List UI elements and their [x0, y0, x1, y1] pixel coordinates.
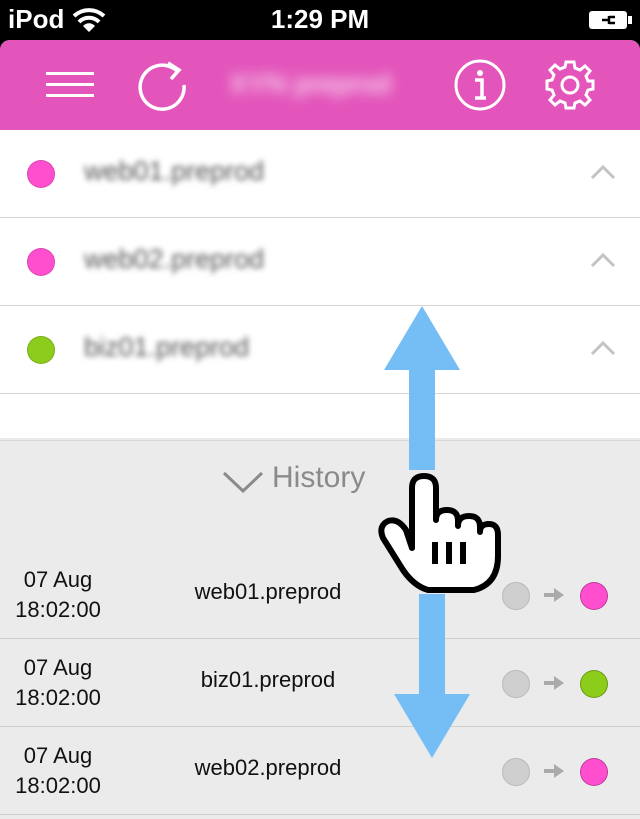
history-datetime: 07 Aug 18:02:00	[6, 653, 110, 713]
chevron-up-icon[interactable]	[590, 164, 616, 180]
history-time: 18:02:00	[15, 685, 101, 710]
status-dot	[27, 336, 55, 364]
info-icon	[454, 59, 506, 111]
new-status-dot	[580, 758, 608, 786]
chevron-up-icon[interactable]	[590, 340, 616, 356]
server-name: web02.preprod	[84, 244, 265, 274]
gear-icon	[545, 60, 595, 110]
previous-status-dot	[502, 670, 530, 698]
history-toggle[interactable]: History	[0, 440, 640, 552]
history-server-name: web01.preprod	[194, 579, 342, 604]
menu-button[interactable]	[40, 40, 100, 130]
history-row[interactable]: 07 Aug 18:02:00 web02.preprod	[0, 727, 640, 815]
history-datetime: 07 Aug 18:02:00	[6, 741, 110, 801]
chevron-up-icon[interactable]	[590, 252, 616, 268]
refresh-button[interactable]	[132, 40, 192, 130]
info-button[interactable]	[450, 40, 510, 130]
server-row-web02[interactable]: web02.preprod	[0, 218, 640, 306]
server-row-biz01[interactable]: biz01.preprod	[0, 306, 640, 394]
chevron-down-icon	[222, 471, 264, 493]
nav-bar: XYN preprod	[0, 40, 640, 130]
history-row[interactable]: 07 Aug 18:02:00 biz01.preprod	[0, 639, 640, 727]
arrow-right-icon	[544, 588, 564, 602]
battery-icon	[589, 11, 632, 29]
history-row[interactable]: 07 Aug 18:02:00 web01.preprod	[0, 551, 640, 639]
history-server-name: web02.preprod	[194, 755, 342, 780]
history-datetime: 07 Aug 18:02:00	[6, 565, 110, 625]
status-bar: iPod 1:29 PM	[0, 0, 640, 40]
history-date: 07 Aug	[23, 743, 93, 768]
server-name: biz01.preprod	[84, 332, 250, 362]
history-server-name: biz01.preprod	[200, 667, 336, 692]
status-dot	[27, 248, 55, 276]
history-date: 07 Aug	[23, 567, 93, 592]
server-row-web01[interactable]: web01.preprod	[0, 130, 640, 218]
arrow-right-icon	[544, 676, 564, 690]
new-status-dot	[580, 670, 608, 698]
server-list: web01.preprod web02.preprod biz01.prepro…	[0, 130, 640, 438]
new-status-dot	[580, 582, 608, 610]
arrow-right-icon	[544, 764, 564, 778]
nav-title: XYN preprod	[229, 68, 391, 99]
hamburger-icon	[46, 72, 94, 97]
previous-status-dot	[502, 758, 530, 786]
history-date: 07 Aug	[23, 655, 93, 680]
refresh-icon	[138, 61, 186, 111]
history-time: 18:02:00	[15, 597, 101, 622]
history-label: History	[272, 461, 366, 494]
settings-button[interactable]	[538, 40, 602, 130]
app-screen: XYN preprod web01.preprod web02.preprod …	[0, 40, 640, 819]
status-dot	[27, 160, 55, 188]
previous-status-dot	[502, 582, 530, 610]
server-name: web01.preprod	[84, 156, 265, 186]
history-time: 18:02:00	[15, 773, 101, 798]
clock-label: 1:29 PM	[270, 4, 370, 34]
